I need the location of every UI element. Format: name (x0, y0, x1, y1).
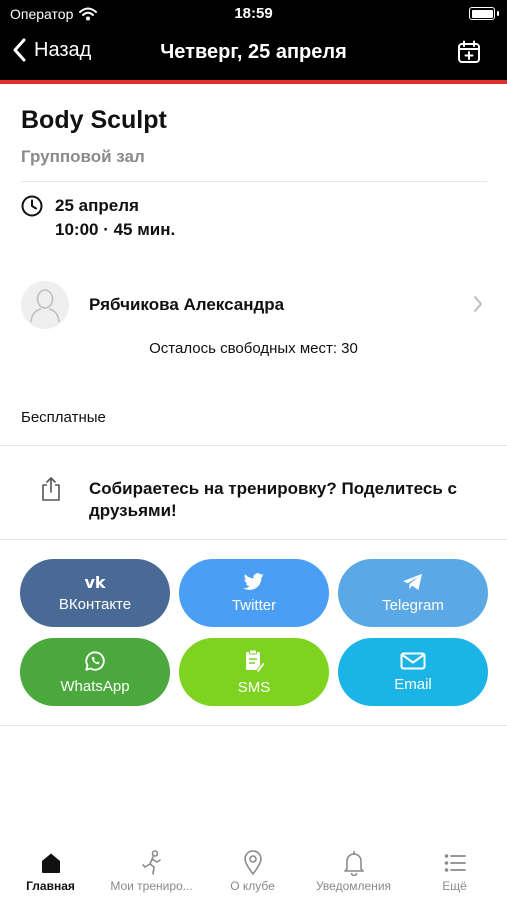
tab-notifications[interactable]: Уведомления (303, 850, 404, 893)
whatsapp-icon (85, 650, 105, 671)
avatar (21, 281, 69, 329)
tab-about-club-label: О клубе (230, 879, 275, 893)
tab-notifications-label: Уведомления (315, 879, 392, 893)
twitter-icon (243, 572, 264, 590)
tab-my-trainings[interactable]: Мои трениро... (101, 850, 202, 893)
share-twitter-label: Twitter (231, 596, 277, 614)
share-telegram-button[interactable]: Telegram (338, 559, 488, 627)
bell-icon (343, 850, 364, 876)
tab-home-label: Главная (26, 879, 75, 893)
telegram-icon (403, 573, 422, 590)
email-icon (400, 652, 426, 669)
vk-icon: vk (84, 574, 105, 590)
battery-tip (497, 11, 499, 16)
share-vk-button[interactable]: vk ВКонтакте (20, 559, 170, 627)
list-icon (444, 854, 466, 872)
trainer-row[interactable]: Рябчикова Александра (21, 280, 487, 330)
share-email-button[interactable]: Email (338, 638, 488, 706)
share-whatsapp-button[interactable]: WhatsApp (20, 638, 170, 706)
share-prompt: Собираетесь на тренировку? Поделитесь с … (40, 476, 457, 520)
tab-more[interactable]: Ещё (404, 850, 505, 893)
nav-bar: Назад Четверг, 25 апреля (0, 34, 507, 74)
class-time-duration: 10:00 · 45 мин. (55, 220, 176, 239)
header: Оператор 18:59 Назад Четверг, 25 апреля (0, 0, 507, 80)
header-accent-line (0, 80, 507, 84)
class-title: Body Sculpt (21, 106, 167, 134)
tab-home[interactable]: Главная (0, 850, 101, 893)
share-email-label: Email (394, 675, 432, 693)
status-time: 18:59 (234, 5, 273, 22)
share-icon (42, 477, 60, 501)
share-text: Собираетесь на тренировку? Поделитесь с … (89, 479, 457, 520)
clock-icon (21, 195, 43, 217)
back-button[interactable]: Назад (12, 38, 91, 62)
calendar-add-button[interactable] (457, 40, 481, 69)
status-bar: Оператор 18:59 (0, 0, 507, 28)
divider (0, 725, 507, 726)
divider (21, 181, 487, 182)
location-pin-icon (243, 850, 262, 875)
svg-text:vk: vk (84, 574, 105, 590)
chevron-left-icon (13, 38, 26, 62)
class-date: 25 апреля (55, 196, 139, 215)
calendar-add-icon (458, 40, 480, 63)
tab-my-trainings-label: Мои трениро... (110, 879, 193, 893)
share-twitter-button[interactable]: Twitter (179, 559, 329, 627)
share-sms-label: SMS (237, 678, 271, 696)
battery-icon (469, 7, 495, 20)
class-datetime: 25 апреля 10:00 · 45 мин. (21, 194, 175, 242)
class-place: Групповой зал (21, 147, 145, 166)
tab-more-label: Ещё (442, 879, 467, 893)
person-icon (30, 289, 60, 323)
divider (0, 539, 507, 540)
sms-icon (246, 649, 265, 673)
tab-bar: Главная Мои трениро... О клубе Уведомлен… (0, 840, 507, 900)
seats-remaining: Осталось свободных мест: 30 (149, 340, 358, 357)
price-label: Бесплатные (21, 409, 106, 426)
back-label: Назад (34, 38, 92, 61)
share-sms-button[interactable]: SMS (179, 638, 329, 706)
home-icon (41, 853, 60, 873)
chevron-right-icon (474, 296, 482, 312)
divider (0, 445, 507, 446)
share-telegram-label: Telegram (382, 596, 444, 614)
runner-icon (141, 850, 161, 875)
tab-about-club[interactable]: О клубе (202, 850, 303, 893)
share-vk-label: ВКонтакте (58, 595, 132, 613)
trainer-name: Рябчикова Александра (89, 295, 285, 314)
share-whatsapp-label: WhatsApp (60, 677, 130, 695)
